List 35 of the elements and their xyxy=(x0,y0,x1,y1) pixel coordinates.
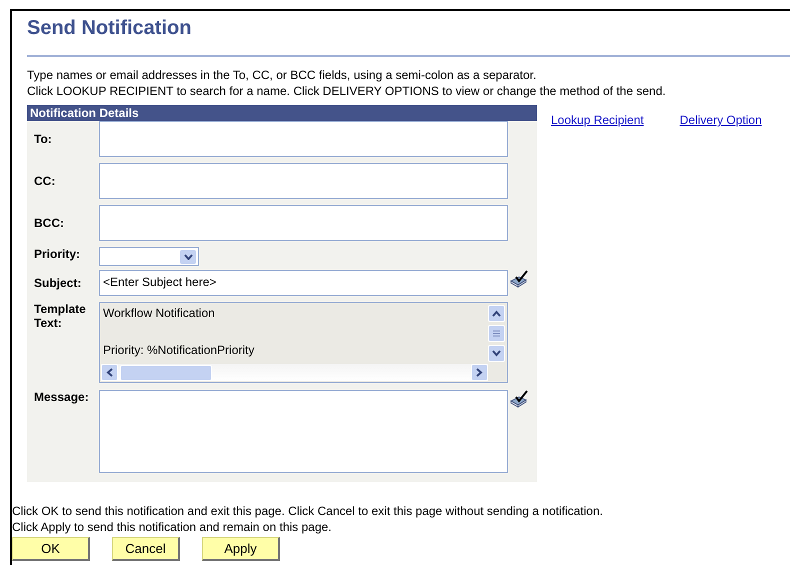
subject-field[interactable]: <Enter Subject here> xyxy=(99,270,508,296)
footer-text: Click OK to send this notification and exit this page. Click Cancel to exit this page without sending a notification. xyxy=(12,503,604,519)
panel-header: Notification Details xyxy=(27,105,537,121)
chevron-icon[interactable] xyxy=(492,310,501,317)
template-line: Workflow Notification xyxy=(102,305,216,320)
message-field[interactable] xyxy=(99,390,508,473)
action-button[interactable]: Cancel xyxy=(112,537,180,561)
field-label: Template Text: xyxy=(33,302,87,330)
link[interactable]: Delivery Option xyxy=(680,113,762,482)
field-label: To: xyxy=(33,131,53,146)
field-label: Priority: xyxy=(33,247,82,261)
chevron-icon[interactable] xyxy=(492,350,501,357)
chevron-right-icon[interactable] xyxy=(476,368,483,377)
action-button[interactable]: Apply xyxy=(202,537,280,561)
page-title: Send Notification xyxy=(27,16,192,41)
chevron-left-icon[interactable] xyxy=(106,368,113,377)
horizontal-scrollbar[interactable] xyxy=(101,364,488,381)
template-line: Priority: %NotificationPriority xyxy=(102,342,256,357)
vertical-scrollbar[interactable] xyxy=(488,305,505,362)
book-check-icon[interactable] xyxy=(509,390,529,408)
chevron-down-icon xyxy=(184,254,192,260)
instruction-text: Type names or email addresses in the To, CC, or BCC fields, using a semi-colon as a separator. xyxy=(27,67,538,83)
grip-icon[interactable] xyxy=(493,330,500,337)
field-label: Subject: xyxy=(33,275,82,290)
link[interactable]: Lookup Recipient xyxy=(551,113,644,482)
field-label: Message: xyxy=(33,390,90,404)
input-field[interactable] xyxy=(99,163,508,199)
instruction-text: Click LOOKUP RECIPIENT to search for a name. Click DELIVERY OPTIONS to view or change the method of the send. xyxy=(27,83,667,99)
field-label: BCC: xyxy=(33,215,65,230)
footer-text: Click Apply to send this notification and remain on this page. xyxy=(12,519,333,535)
book-check-icon[interactable] xyxy=(509,270,529,288)
field-label: CC: xyxy=(33,173,56,188)
input-field[interactable] xyxy=(99,205,508,241)
input-field[interactable] xyxy=(99,121,508,157)
action-button[interactable]: OK xyxy=(12,537,90,561)
